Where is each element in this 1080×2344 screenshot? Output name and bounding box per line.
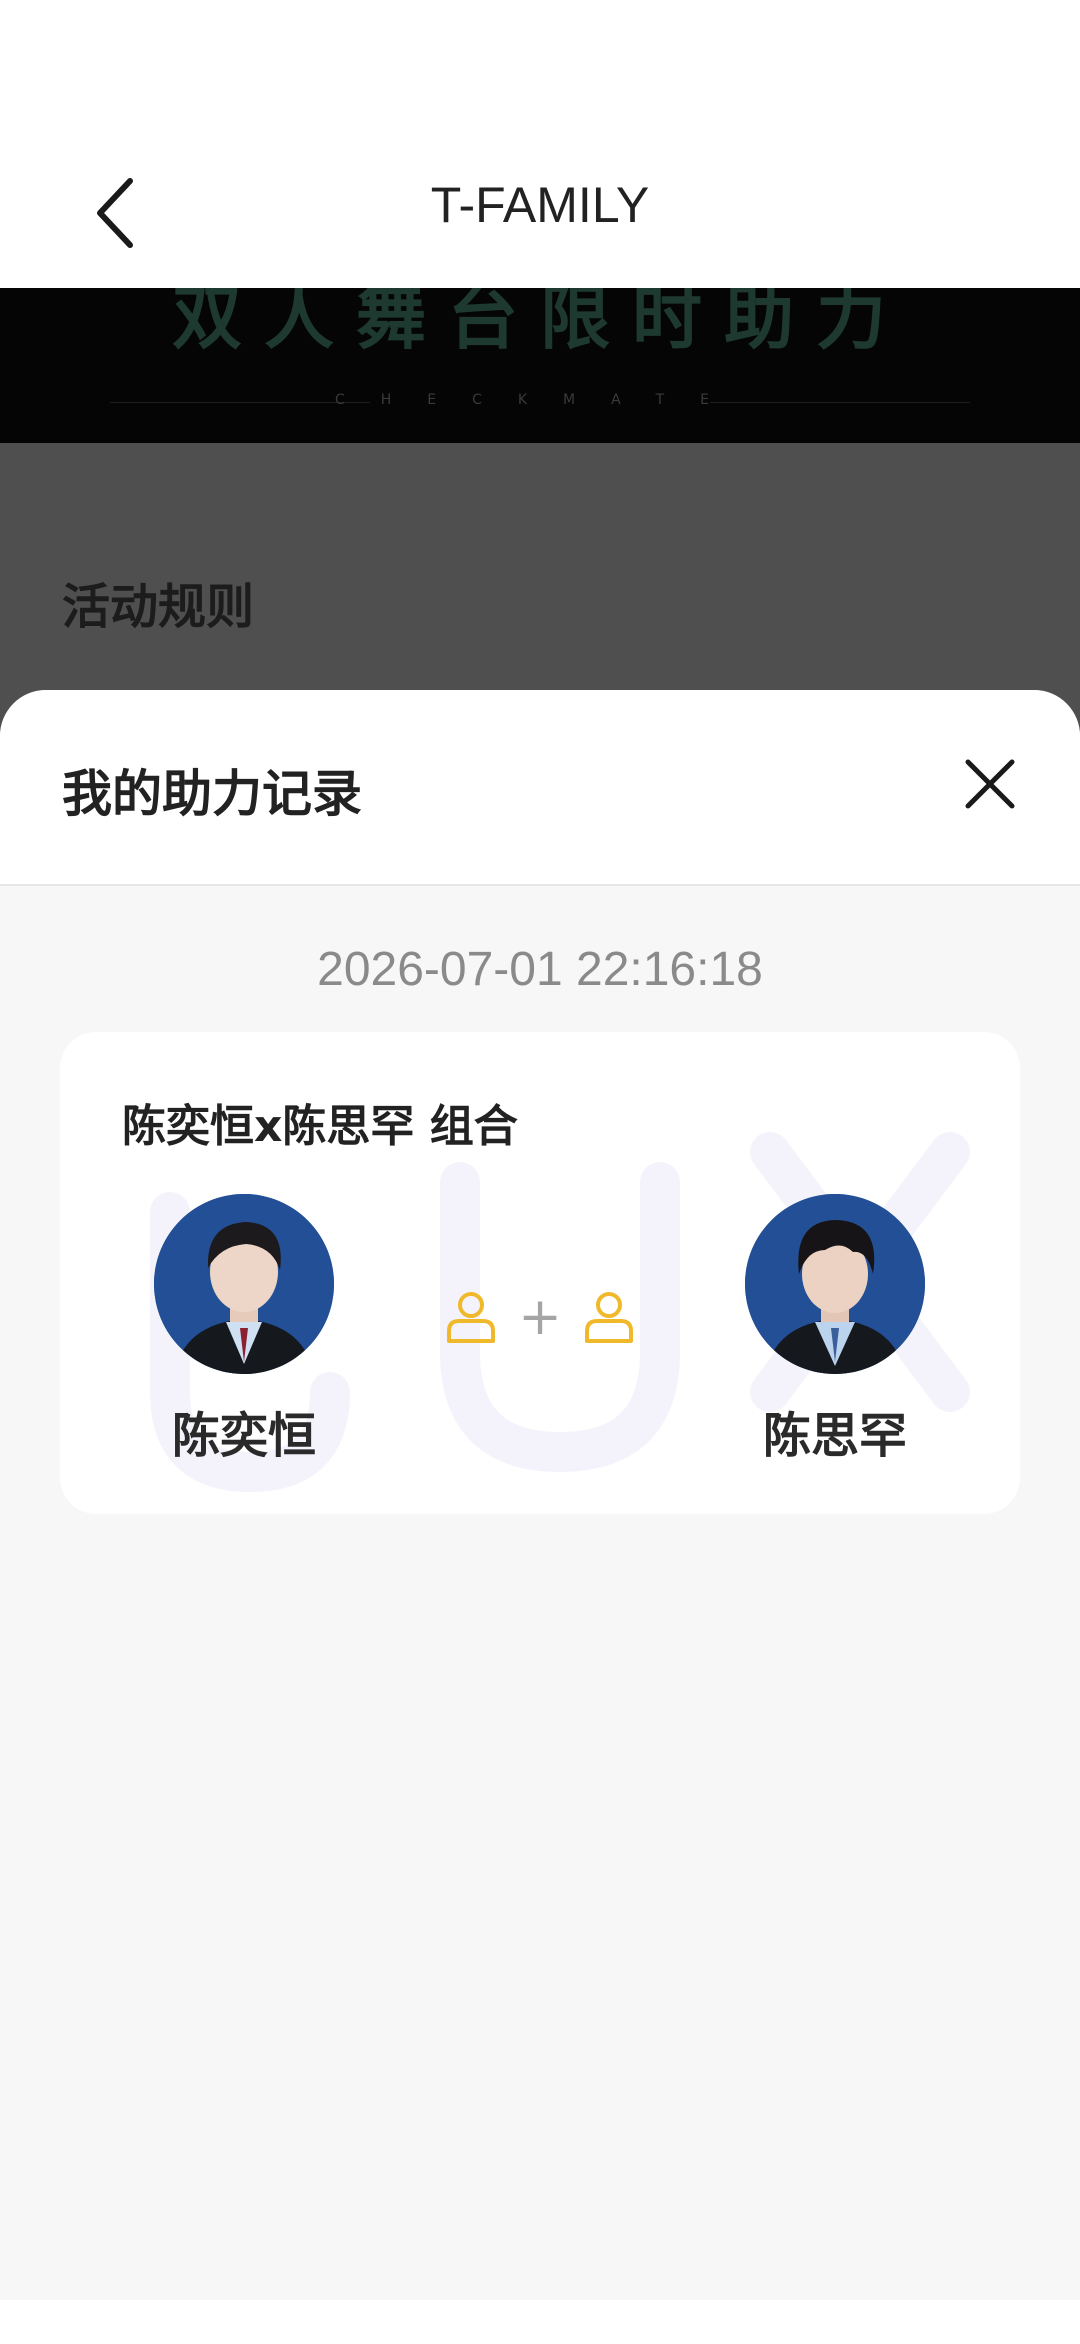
banner-title: 双人舞台限时助力 xyxy=(172,288,908,359)
banner-subtitle: CHECKMATE xyxy=(334,392,746,408)
rules-title: 活动规则 xyxy=(62,579,255,635)
page: T-FAMILY 双人舞台限时助力 CHECKMATE 活动规则 我的助力记录 … xyxy=(0,0,1080,2344)
combo-indicator: + xyxy=(445,1277,635,1357)
bottom-safe-area xyxy=(0,2300,1080,2344)
avatar xyxy=(745,1194,925,1374)
event-banner: 双人舞台限时助力 CHECKMATE xyxy=(0,288,1080,443)
status-bar-area xyxy=(0,0,1080,140)
avatar-portrait-icon xyxy=(154,1194,334,1374)
close-icon xyxy=(965,759,1015,809)
user-icon xyxy=(447,1292,495,1343)
banner-divider xyxy=(710,402,970,403)
support-record-sheet: 我的助力记录 2026-07-01 22:16:18 陈奕恒x陈思罕 组合 陈奕… xyxy=(0,690,1080,2300)
record-card[interactable]: 陈奕恒x陈思罕 组合 陈奕恒 + 陈思罕 xyxy=(60,1032,1020,1514)
combo-title: 陈奕恒x陈思罕 组合 xyxy=(122,1101,518,1152)
sheet-title: 我的助力记录 xyxy=(62,765,362,823)
record-timestamp: 2026-07-01 22:16:18 xyxy=(317,943,763,996)
member-left: 陈奕恒 xyxy=(124,1194,364,1466)
nav-bar: T-FAMILY xyxy=(0,140,1080,288)
avatar xyxy=(154,1194,334,1374)
close-button[interactable] xyxy=(952,746,1028,822)
user-icon xyxy=(584,1292,633,1343)
plus-symbol: + xyxy=(518,1287,562,1347)
member-right: 陈思罕 xyxy=(715,1194,955,1466)
avatar-portrait-icon xyxy=(745,1194,925,1374)
member-name: 陈奕恒 xyxy=(171,1408,316,1464)
member-name: 陈思罕 xyxy=(762,1408,907,1464)
sheet-header: 我的助力记录 xyxy=(0,690,1080,886)
page-title: T-FAMILY xyxy=(430,177,650,233)
